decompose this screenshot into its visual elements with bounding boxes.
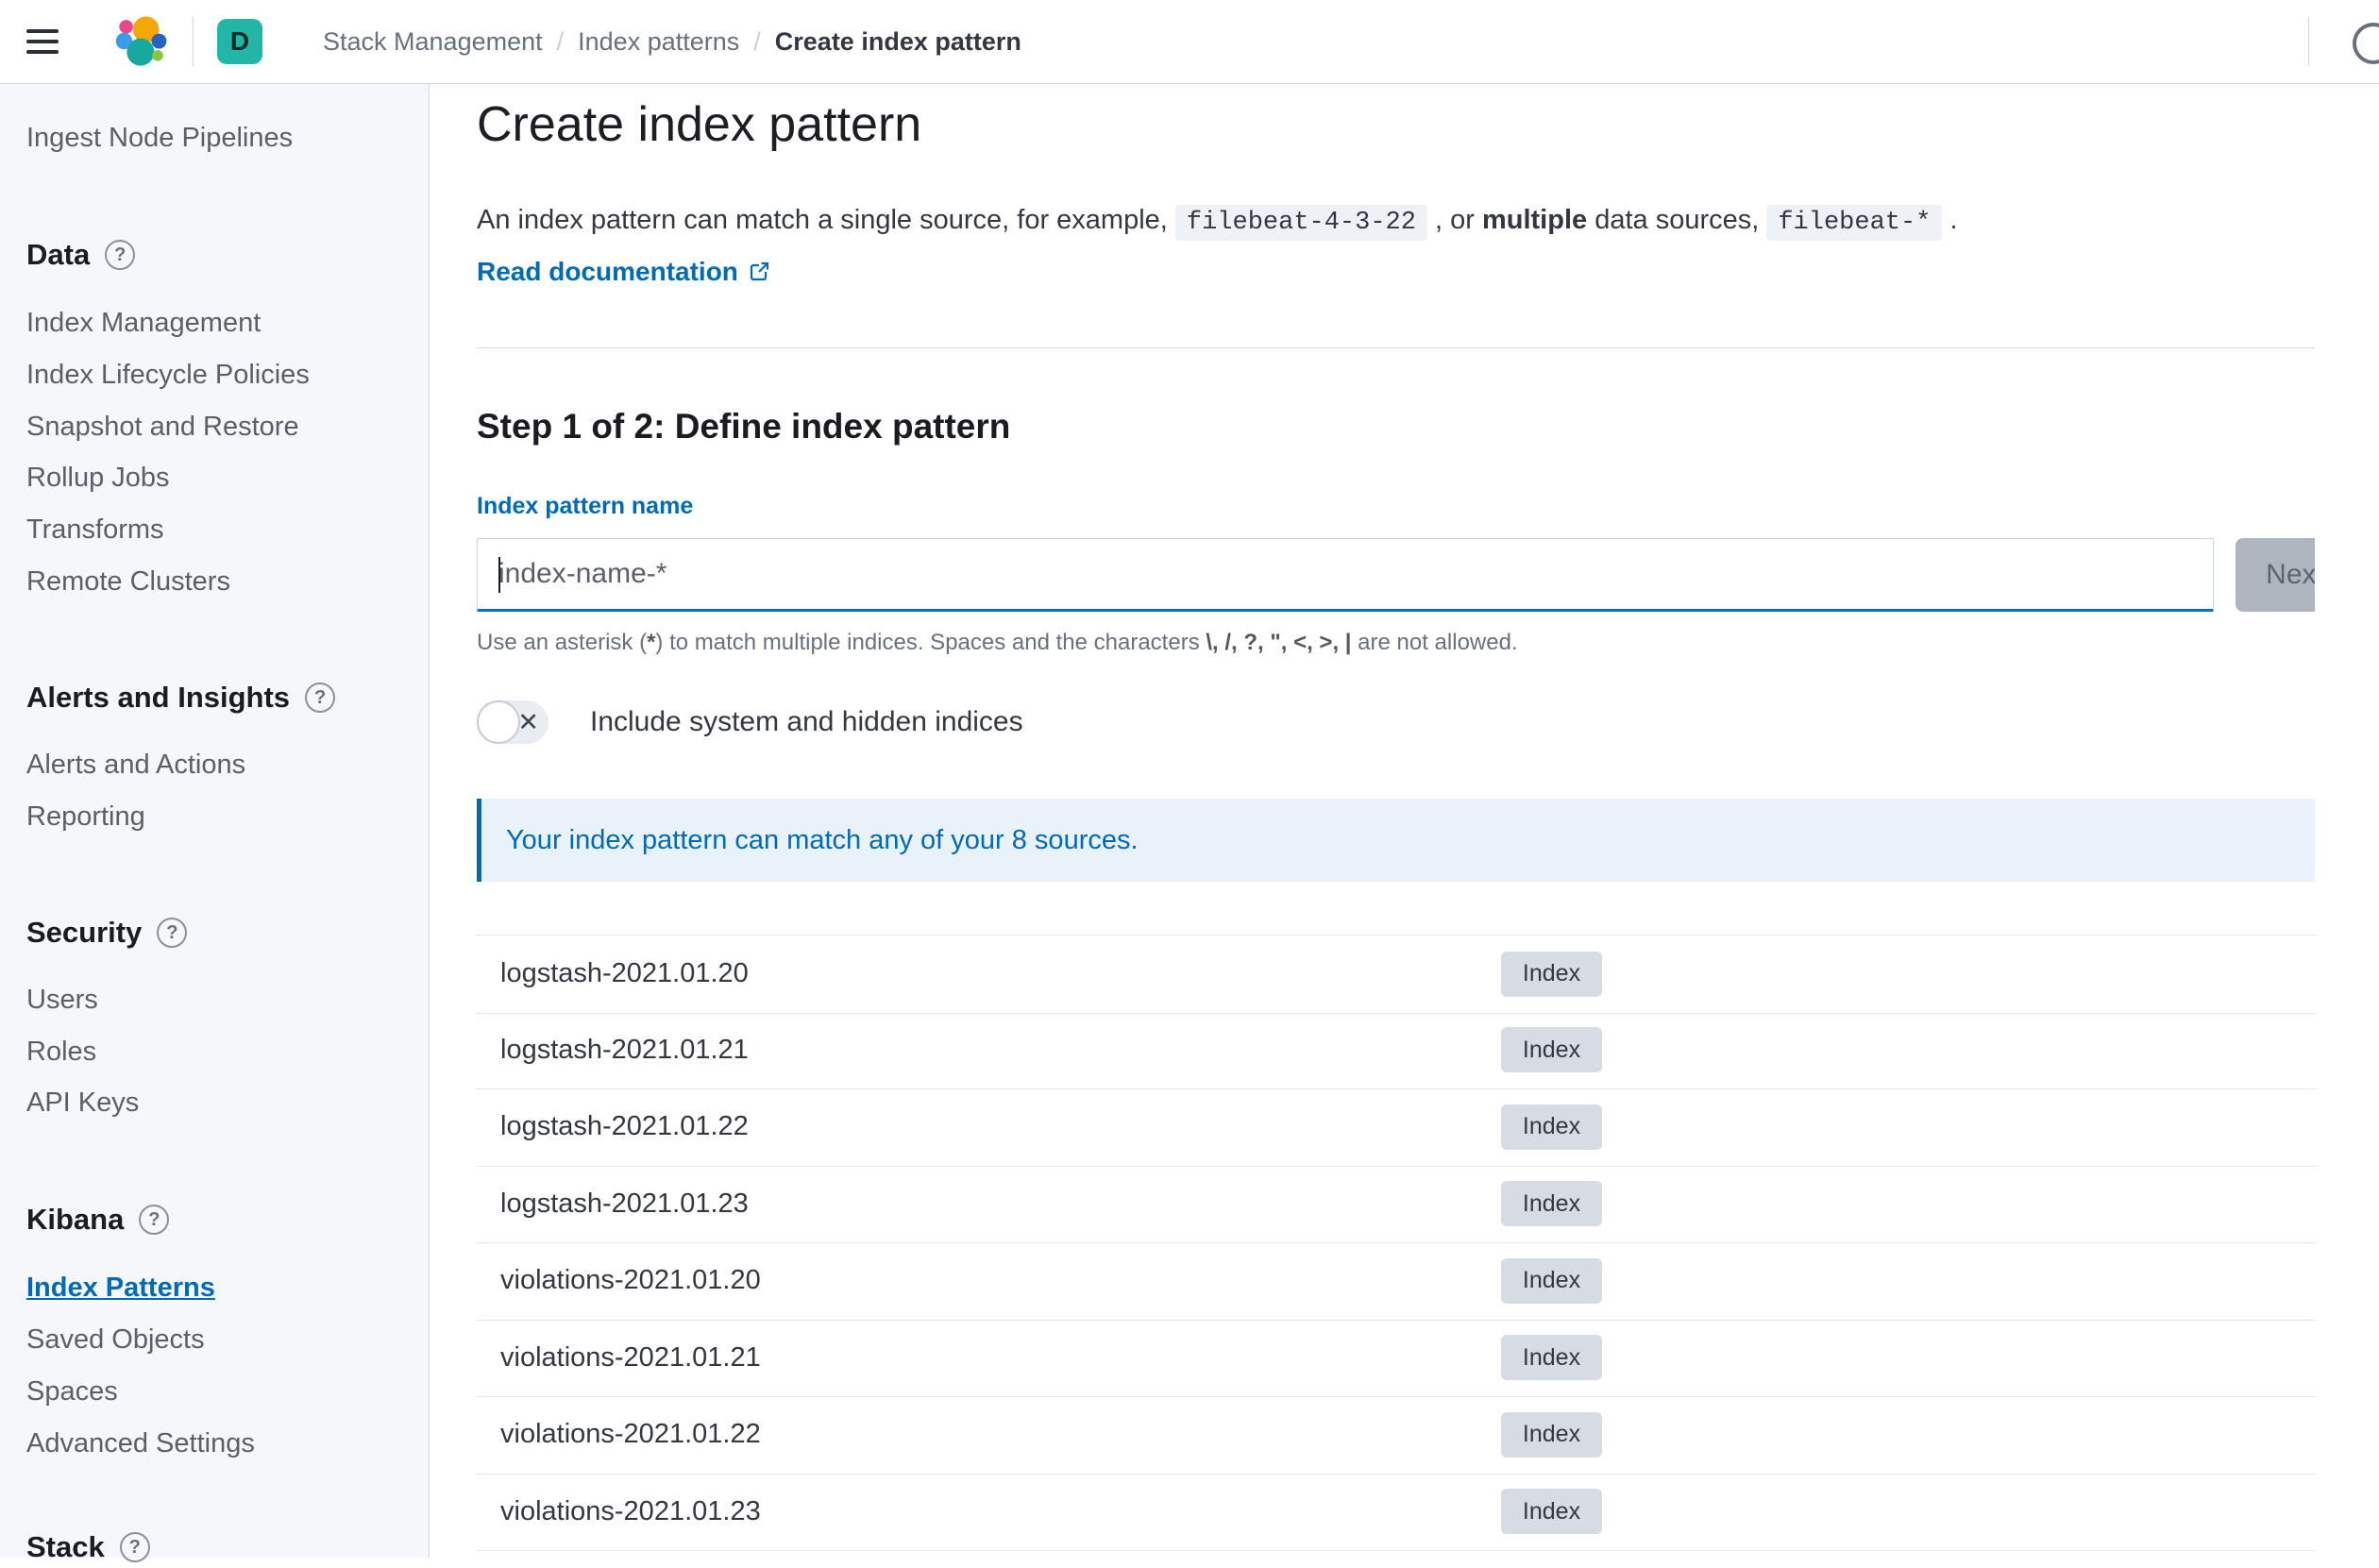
index-badge: Index [1501,1489,1602,1535]
helper-text: ) to match multiple indices. Spaces and … [655,630,1206,655]
read-documentation-link[interactable]: Read documentation [477,257,770,287]
breadcrumb-stack-management[interactable]: Stack Management [323,27,543,57]
sidebar-section-alerts-and-insights: Alerts and Insights ? [26,677,336,718]
index-pattern-name-input[interactable] [477,538,2214,612]
sidebar-item-ingest-node-pipelines[interactable]: Ingest Node Pipelines [26,121,293,155]
sidebar-item-reporting[interactable]: Reporting [26,800,145,834]
sidebar-section-title: Data [26,238,91,271]
elastic-logo[interactable] [115,15,170,68]
table-row: logstash-2021.01.20 Index [477,935,2315,1014]
helper-text: Use an asterisk ( [477,630,648,655]
sidebar-item-index-patterns[interactable]: Index Patterns [26,1271,215,1305]
table-row: logstash-2021.01.22 Index [477,1088,2315,1167]
header-divider-left [193,17,194,66]
code-example-wildcard: filebeat-* [1766,205,1943,241]
description-text: An index pattern can match a single sour… [477,205,1175,235]
sidebar-section-title: Security [26,916,143,949]
index-badge: Index [1501,1181,1602,1227]
sidebar-item-users[interactable]: Users [26,983,98,1017]
description-text: , or [1426,205,1482,235]
index-badge: Index [1501,1104,1602,1150]
index-name: logstash-2021.01.21 [500,1034,749,1065]
sidebar-section-data: Data ? [26,234,136,276]
index-badge: Index [1501,1027,1602,1073]
help-icon[interactable]: ? [105,240,136,270]
sidebar-section-title: Stack [26,1530,105,1563]
toggle-thumb [477,700,520,744]
breadcrumb-separator: / [556,26,565,56]
index-name: violations-2021.01.23 [500,1495,761,1526]
help-icon[interactable]: ? [119,1532,150,1562]
help-icon[interactable]: ? [157,918,188,948]
breadcrumb-separator: / [753,26,761,56]
page-description: An index pattern can match a single sour… [477,198,1958,244]
table-row: violations-2021.01.23 Index [477,1474,2315,1551]
sidebar-item-spaces[interactable]: Spaces [26,1374,118,1408]
sidebar-section-title: Kibana [26,1203,125,1236]
table-row: violations-2021.01.21 Index [477,1320,2315,1397]
index-name: logstash-2021.01.20 [500,958,749,989]
breadcrumb: Stack Management / Index patterns / Crea… [323,0,1021,83]
external-link-icon [750,261,769,281]
table-row: violations-2021.01.20 Index [477,1242,2315,1321]
read-documentation-label: Read documentation [477,257,738,286]
sidebar-item-roles[interactable]: Roles [26,1035,96,1069]
sidebar-item-saved-objects[interactable]: Saved Objects [26,1323,205,1357]
sidebar-section-stack: Stack ? [26,1526,150,1568]
description-bold: multiple [1481,205,1588,235]
helper-bold: \, /, ?, ", <, >, | [1206,630,1352,655]
next-step-button[interactable]: Next [2236,538,2315,612]
help-icon[interactable]: ? [305,683,336,713]
step-heading: Step 1 of 2: Define index pattern [477,407,1011,446]
input-helper-text: Use an asterisk (*) to match multiple in… [477,627,1518,659]
breadcrumb-index-patterns[interactable]: Index patterns [578,27,739,57]
table-row: logstash-2021.01.23 Index [477,1166,2315,1243]
breadcrumb-create-index-pattern: Create index pattern [774,26,1021,56]
sources-callout: Your index pattern can match any of your… [477,799,2315,882]
elastic-logo-icon [115,16,167,66]
sidebar-section-title: Alerts and Insights [26,681,291,714]
index-badge: Index [1501,1411,1602,1458]
page-title: Create index pattern [477,97,922,152]
helper-bold: * [647,630,656,655]
table-row: violations-2021.01.22 Index [477,1396,2315,1475]
include-hidden-indices-toggle[interactable]: ✕ [477,700,548,744]
index-badge: Index [1501,1335,1602,1381]
index-name: violations-2021.01.20 [500,1265,761,1296]
sidebar-section-kibana: Kibana ? [26,1199,170,1240]
sidebar-item-alerts-and-actions[interactable]: Alerts and Actions [26,748,245,782]
description-text: . [1942,205,1958,235]
sidebar-item-transforms[interactable]: Transforms [26,513,164,547]
sidebar-item-advanced-settings[interactable]: Advanced Settings [26,1426,255,1460]
index-name: violations-2021.01.22 [500,1419,761,1450]
sidebar-item-index-lifecycle-policies[interactable]: Index Lifecycle Policies [26,358,310,392]
sidebar-item-rollup-jobs[interactable]: Rollup Jobs [26,461,170,495]
index-name: violations-2021.01.21 [500,1341,761,1373]
section-divider [477,347,2315,348]
sidebar-section-security: Security ? [26,912,188,953]
table-row: logstash-2021.01.21 Index [477,1012,2315,1089]
next-button-clip: Next [2236,538,2315,612]
text-cursor [498,557,500,593]
menu-icon[interactable] [26,29,59,54]
index-badge: Index [1501,1257,1602,1304]
sidebar-item-api-keys[interactable]: API Keys [26,1086,139,1120]
code-example-single: filebeat-4-3-22 [1174,205,1427,241]
include-hidden-indices-label: Include system and hidden indices [590,706,1023,737]
index-pattern-name-label: Index pattern name [477,493,694,519]
description-text: data sources, [1587,205,1767,235]
index-name: logstash-2021.01.23 [500,1188,749,1219]
helper-text: are not allowed. [1351,630,1518,655]
help-icon[interactable]: ? [139,1205,170,1235]
sources-callout-text: Your index pattern can match any of your… [506,824,1139,855]
sidebar-item-remote-clusters[interactable]: Remote Clusters [26,565,230,599]
header-divider-right [2308,17,2309,66]
sidebar-item-index-management[interactable]: Index Management [26,306,261,340]
sidebar-item-snapshot-and-restore[interactable]: Snapshot and Restore [26,410,299,444]
index-badge: Index [1501,951,1602,997]
space-avatar[interactable]: D [217,19,262,64]
index-name: logstash-2021.01.22 [500,1111,749,1142]
toggle-off-icon: ✕ [517,707,539,736]
